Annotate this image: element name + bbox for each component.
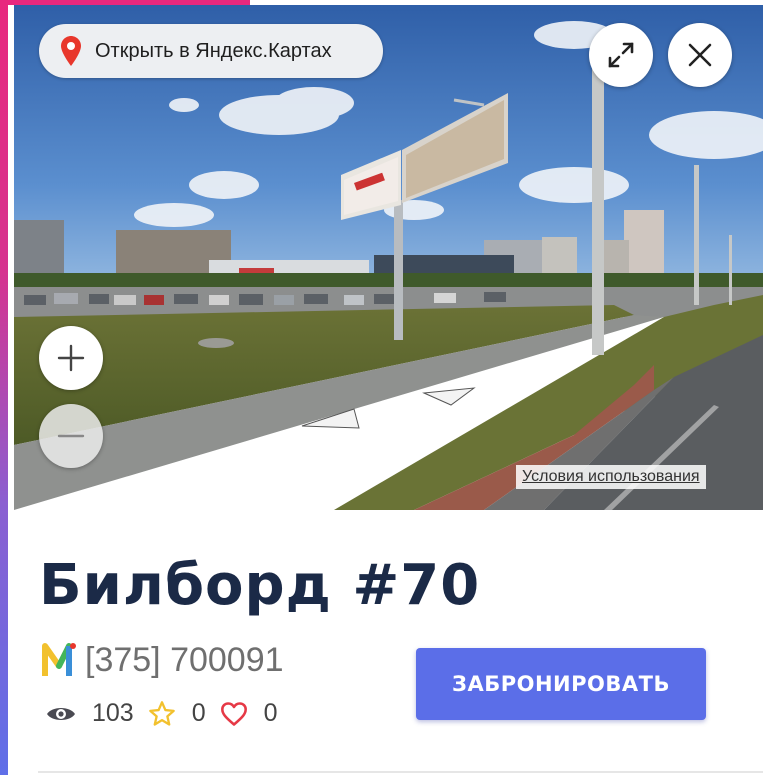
panorama-image[interactable] [14,5,763,510]
favorites-stat[interactable]: 0 [148,699,206,728]
open-in-yandex-maps-button[interactable]: Открыть в Яндекс.Картах [39,24,383,78]
phone-row: [375] 700091 [39,640,284,680]
views-stat: 103 [46,699,134,728]
operator-logo-icon [42,643,76,676]
favorites-count: 0 [191,699,206,727]
expand-button[interactable] [589,23,653,87]
close-button[interactable] [668,23,732,87]
minus-icon [57,434,85,438]
stats-row: 103 0 0 [46,699,292,728]
book-button[interactable]: ЗАБРОНИРОВАТЬ [416,648,706,720]
page-title: Билборд #70 [39,553,481,618]
likes-count: 0 [263,699,278,727]
open-in-yandex-maps-label: Открыть в Яндекс.Картах [95,39,332,62]
plus-icon [57,344,85,372]
eye-icon [47,707,75,720]
close-icon [688,43,712,67]
map-pin-icon [61,36,81,66]
phone-number[interactable]: [375] 700091 [85,641,284,680]
views-count: 103 [92,699,134,727]
terms-of-use-link[interactable]: Условия использования [516,465,706,489]
expand-icon [608,42,634,68]
zoom-out-button[interactable] [39,404,103,468]
divider [38,771,763,773]
heart-icon [220,701,247,726]
star-icon [148,700,175,726]
zoom-in-button[interactable] [39,326,103,390]
billboard-card: Открыть в Яндекс.Картах Условия использо… [8,5,763,775]
likes-stat[interactable]: 0 [220,699,278,728]
street-view-panorama[interactable] [14,5,763,510]
